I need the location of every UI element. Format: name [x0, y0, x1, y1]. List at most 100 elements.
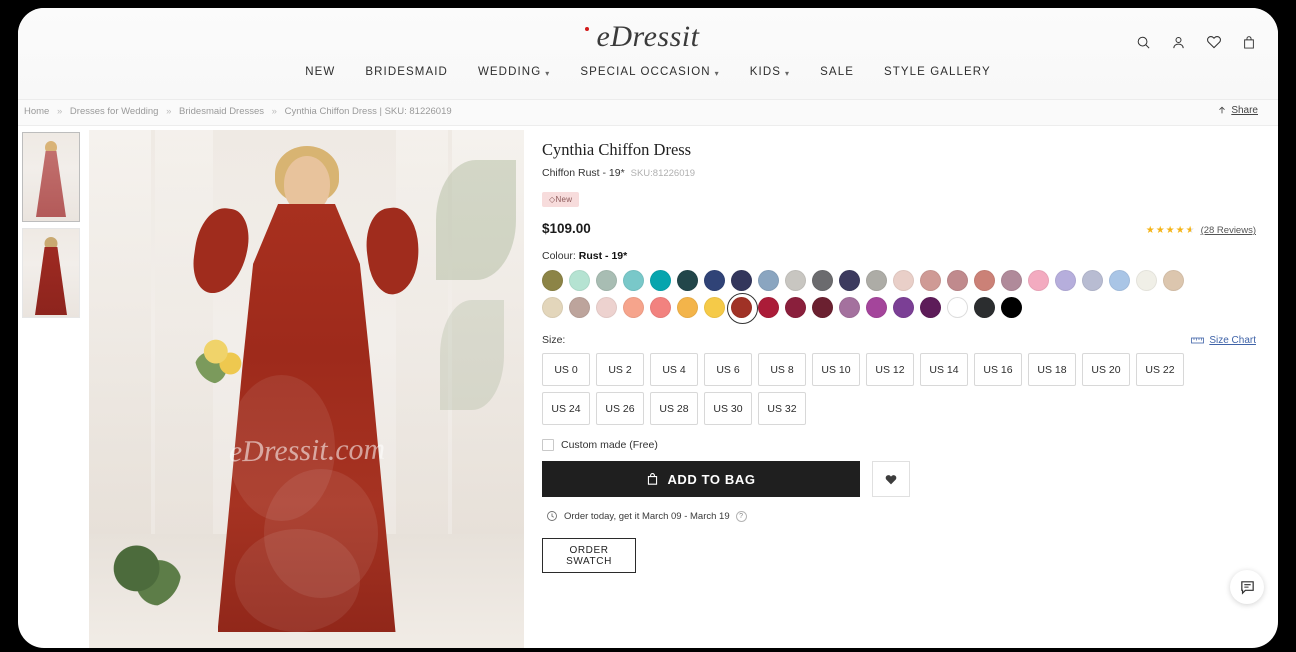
breadcrumb-separator: »	[56, 106, 63, 117]
order-swatch-button[interactable]: ORDER SWATCH	[542, 538, 636, 573]
colour-swatch-sky-blue[interactable]	[1109, 270, 1130, 291]
size-option-us-10[interactable]: US 10	[812, 353, 860, 386]
size-option-us-6[interactable]: US 6	[704, 353, 752, 386]
colour-swatch-rose-dust[interactable]	[920, 270, 941, 291]
breadcrumb-item-home[interactable]: Home	[24, 106, 49, 117]
colour-swatch-indigo-slate[interactable]	[839, 270, 860, 291]
colour-swatch-coral[interactable]	[650, 297, 671, 318]
colour-swatch-black[interactable]	[1001, 297, 1022, 318]
colour-swatch-white[interactable]	[947, 297, 968, 318]
colour-swatch-light-grey[interactable]	[785, 270, 806, 291]
buy-row: ADD TO BAG	[542, 461, 1256, 497]
nav-item-special-occasion[interactable]: SPECIAL OCCASION ▾	[580, 66, 719, 78]
product-sku: SKU:81226019	[630, 168, 696, 179]
site-header: eDressit NEW BRIDESMAID WEDDING ▾ SPECIA…	[18, 8, 1278, 100]
colour-swatch-teal-bright[interactable]	[650, 270, 671, 291]
size-option-us-24[interactable]: US 24	[542, 392, 590, 425]
colour-swatch-sage-grey[interactable]	[596, 270, 617, 291]
nav-item-style-gallery[interactable]: STYLE GALLERY	[884, 66, 991, 78]
size-chart-link[interactable]: Size Chart	[1191, 335, 1256, 346]
account-icon[interactable]	[1171, 35, 1186, 50]
colour-swatch-mauve-rose[interactable]	[947, 270, 968, 291]
chevron-down-icon: ▾	[714, 68, 720, 78]
size-option-us-0[interactable]: US 0	[542, 353, 590, 386]
custom-made-checkbox[interactable]	[542, 439, 554, 451]
colour-swatch-taupe[interactable]	[569, 297, 590, 318]
thumbnail-list	[22, 130, 86, 648]
chat-support-button[interactable]	[1230, 570, 1264, 604]
size-option-us-22[interactable]: US 22	[1136, 353, 1184, 386]
size-option-us-14[interactable]: US 14	[920, 353, 968, 386]
custom-made-label: Custom made (Free)	[561, 439, 658, 451]
reviews-link[interactable]: (28 Reviews)	[1201, 225, 1256, 236]
potted-plant	[107, 536, 181, 608]
size-option-us-30[interactable]: US 30	[704, 392, 752, 425]
colour-swatch-navy-dark[interactable]	[731, 270, 752, 291]
colour-swatch-steel-blue[interactable]	[758, 270, 779, 291]
colour-swatch-charcoal-grey[interactable]	[812, 270, 833, 291]
nav-item-kids[interactable]: KIDS ▾	[750, 66, 790, 78]
thumbnail-back[interactable]	[22, 228, 80, 318]
colour-swatch-dusty-mauve[interactable]	[1001, 270, 1022, 291]
size-option-us-8[interactable]: US 8	[758, 353, 806, 386]
share-button[interactable]: Share	[1217, 105, 1258, 116]
nav-item-new[interactable]: NEW	[305, 66, 335, 78]
help-icon[interactable]: ?	[735, 510, 747, 522]
colour-swatch-royal-navy[interactable]	[704, 270, 725, 291]
colour-swatch-pink-pale[interactable]	[596, 297, 617, 318]
colour-swatch-cream-beige[interactable]	[542, 297, 563, 318]
breadcrumb-item-dresses-for-wedding[interactable]: Dresses for Wedding	[70, 106, 159, 117]
colour-swatch-champagne[interactable]	[1163, 270, 1184, 291]
colour-swatch-olive[interactable]	[542, 270, 563, 291]
add-to-bag-button[interactable]: ADD TO BAG	[542, 461, 860, 497]
colour-swatch-deep-purple[interactable]	[920, 297, 941, 318]
colour-swatch-aqua[interactable]	[623, 270, 644, 291]
add-to-bag-label: ADD TO BAG	[667, 471, 756, 487]
nav-label: BRIDESMAID	[365, 66, 448, 78]
site-logo[interactable]: eDressit	[18, 20, 1278, 54]
custom-made-row[interactable]: Custom made (Free)	[542, 439, 1256, 451]
size-option-us-20[interactable]: US 20	[1082, 353, 1130, 386]
nav-item-sale[interactable]: SALE	[820, 66, 854, 78]
size-option-us-18[interactable]: US 18	[1028, 353, 1076, 386]
colour-swatch-magenta-purple[interactable]	[866, 297, 887, 318]
search-icon[interactable]	[1136, 35, 1151, 50]
page-title: Cynthia Chiffon Dress	[542, 140, 692, 159]
colour-swatch-marigold[interactable]	[677, 297, 698, 318]
colour-swatch-periwinkle-grey[interactable]	[1082, 270, 1103, 291]
nav-item-bridesmaid[interactable]: BRIDESMAID	[365, 66, 448, 78]
thumbnail-front[interactable]	[22, 132, 80, 222]
size-option-us-2[interactable]: US 2	[596, 353, 644, 386]
size-option-us-16[interactable]: US 16	[974, 353, 1022, 386]
colour-swatch-orchid-dusty[interactable]	[839, 297, 860, 318]
colour-swatch-warm-grey[interactable]	[866, 270, 887, 291]
main-navigation: NEW BRIDESMAID WEDDING ▾ SPECIAL OCCASIO…	[18, 66, 1278, 78]
colour-swatch-ivory[interactable]	[1136, 270, 1157, 291]
colour-swatch-mint-pale[interactable]	[569, 270, 590, 291]
product-hero-image[interactable]: eDressit.com	[89, 130, 524, 648]
colour-swatch-dark-teal[interactable]	[677, 270, 698, 291]
bag-icon[interactable]	[1242, 35, 1256, 50]
colour-swatch-coral-light[interactable]	[623, 297, 644, 318]
colour-swatch-rust-19[interactable]	[727, 293, 758, 324]
nav-item-wedding[interactable]: WEDDING ▾	[478, 66, 550, 78]
colour-swatch-burgundy[interactable]	[785, 297, 806, 318]
size-option-us-26[interactable]: US 26	[596, 392, 644, 425]
wishlist-icon[interactable]	[1206, 34, 1222, 50]
colour-swatch-blush-pale[interactable]	[893, 270, 914, 291]
colour-swatch-terracotta-pink[interactable]	[974, 270, 995, 291]
size-option-us-28[interactable]: US 28	[650, 392, 698, 425]
add-to-wishlist-button[interactable]	[872, 461, 910, 497]
colour-swatch-wine-dark[interactable]	[812, 297, 833, 318]
colour-swatch-yellow[interactable]	[704, 297, 725, 318]
size-option-us-12[interactable]: US 12	[866, 353, 914, 386]
breadcrumb-item-bridesmaid-dresses[interactable]: Bridesmaid Dresses	[179, 106, 264, 117]
nav-label: WEDDING	[477, 66, 542, 78]
size-option-us-32[interactable]: US 32	[758, 392, 806, 425]
size-option-us-4[interactable]: US 4	[650, 353, 698, 386]
colour-swatch-purple[interactable]	[893, 297, 914, 318]
colour-swatch-pink[interactable]	[1028, 270, 1049, 291]
colour-swatch-cranberry[interactable]	[758, 297, 779, 318]
colour-swatch-charcoal[interactable]	[974, 297, 995, 318]
colour-swatch-lilac[interactable]	[1055, 270, 1076, 291]
